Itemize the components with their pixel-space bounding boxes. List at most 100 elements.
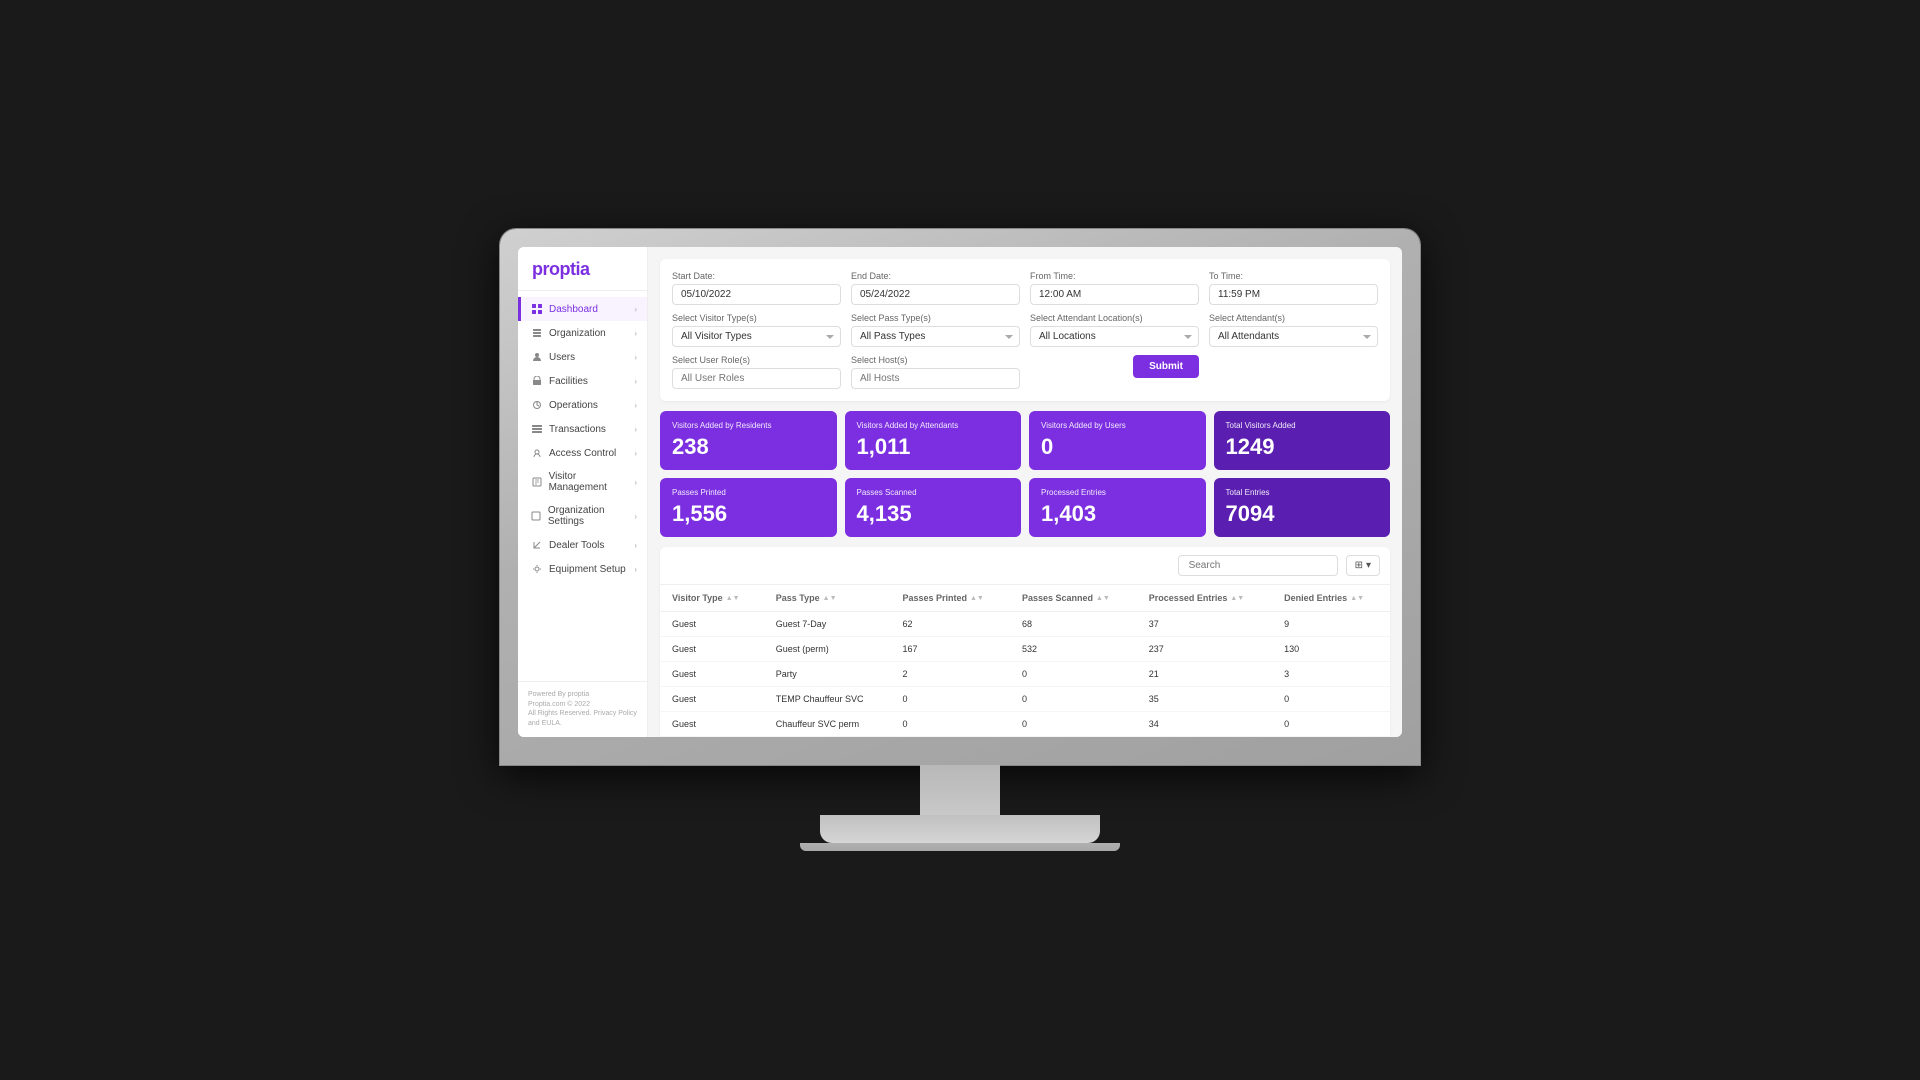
chevron-icon-dealer-tools: › (634, 541, 637, 550)
footer-url: Proptia.com © 2022 (528, 700, 637, 710)
view-toggle-button[interactable]: ⊞ ▾ (1346, 555, 1380, 576)
user-roles-input[interactable] (672, 368, 841, 389)
col-denied-entries: Denied Entries ▲▼ (1272, 585, 1390, 612)
attendants-label: Select Attendant(s) (1209, 313, 1378, 323)
sidebar-item-visitor-management[interactable]: Visitor Management › (518, 465, 647, 499)
search-input[interactable] (1178, 555, 1338, 576)
nav-label-transactions: Transactions (549, 424, 606, 435)
table-cell: 0 (1272, 687, 1390, 712)
table-cell: Vendor (660, 737, 764, 738)
dealer-tools-icon (531, 539, 543, 551)
table-cell: 9 (1272, 612, 1390, 637)
chevron-icon-facilities: › (634, 377, 637, 386)
sidebar-item-facilities[interactable]: Facilities › (518, 369, 647, 393)
start-date-input[interactable] (672, 284, 841, 305)
monitor-base (820, 815, 1100, 843)
user-roles-label: Select User Role(s) (672, 355, 841, 365)
from-time-input[interactable] (1030, 284, 1199, 305)
filter-group-end-date: End Date: (851, 271, 1020, 305)
stat-value-visitors-attendants: 1,011 (857, 434, 1010, 460)
equipment-setup-icon (531, 563, 543, 575)
start-date-label: Start Date: (672, 271, 841, 281)
col-processed-entries: Processed Entries ▲▼ (1137, 585, 1272, 612)
filter-row-roles: Select User Role(s) Select Host(s) Submi… (672, 355, 1378, 389)
monitor-wrapper: proptia Dashboard › (500, 229, 1420, 851)
nav-label-organization: Organization (549, 328, 606, 339)
visitor-type-label: Select Visitor Type(s) (672, 313, 841, 323)
table-cell: 454 (1010, 737, 1137, 738)
sidebar-item-dashboard[interactable]: Dashboard › (518, 297, 647, 321)
nav-label-users: Users (549, 352, 575, 363)
table-cell: Chauffeur SVC perm (764, 712, 891, 737)
table-cell: 0 (890, 712, 1010, 737)
table-cell: 0 (1010, 687, 1137, 712)
nav-label-operations: Operations (549, 400, 598, 411)
sidebar-item-users[interactable]: Users › (518, 345, 647, 369)
end-date-input[interactable] (851, 284, 1020, 305)
stat-value-passes-scanned: 4,135 (857, 501, 1010, 527)
sidebar-item-operations[interactable]: Operations › (518, 393, 647, 417)
col-passes-printed: Passes Printed ▲▼ (890, 585, 1010, 612)
dashboard-icon (531, 303, 543, 315)
pass-type-select[interactable]: All Pass Types (851, 326, 1020, 347)
stats-grid-row2: Passes Printed 1,556 Passes Scanned 4,13… (660, 478, 1390, 537)
submit-button[interactable]: Submit (1133, 355, 1199, 378)
table-cell: 35 (1137, 687, 1272, 712)
monitor-bezel: proptia Dashboard › (500, 229, 1420, 765)
table-cell: Guest 7-Day (764, 612, 891, 637)
sidebar-item-transactions[interactable]: Transactions › (518, 417, 647, 441)
chevron-icon-visitor-management: › (634, 478, 637, 487)
from-time-label: From Time: (1030, 271, 1199, 281)
sidebar-item-equipment-setup[interactable]: Equipment Setup › (518, 557, 647, 581)
col-passes-scanned: Passes Scanned ▲▼ (1010, 585, 1137, 612)
attendant-location-select[interactable]: All Locations (1030, 326, 1199, 347)
stat-value-visitors-residents: 238 (672, 434, 825, 460)
table-row: GuestGuest 7-Day6268379 (660, 612, 1390, 637)
filter-group-visitor-type: Select Visitor Type(s) All Visitor Types (672, 313, 841, 347)
hosts-label: Select Host(s) (851, 355, 1020, 365)
submit-group: Submit (1030, 355, 1199, 389)
chevron-icon-operations: › (634, 401, 637, 410)
monitor-base-bottom (800, 843, 1120, 851)
filter-group-from-time: From Time: (1030, 271, 1199, 305)
logo-text: proptia (532, 259, 590, 279)
operations-icon (531, 399, 543, 411)
attendants-select[interactable]: All Attendants (1209, 326, 1378, 347)
table-cell: 167 (890, 637, 1010, 662)
stat-card-passes-scanned: Passes Scanned 4,135 (845, 478, 1022, 537)
sidebar-item-org-settings[interactable]: Organization Settings › (518, 499, 647, 533)
sidebar-item-organization[interactable]: Organization › (518, 321, 647, 345)
table-cell: 106 (890, 737, 1010, 738)
table-row: GuestChauffeur SVC perm00340 (660, 712, 1390, 737)
table-toolbar: ⊞ ▾ (660, 547, 1390, 585)
table-cell: Guest (perm) (764, 637, 891, 662)
sort-icon-passes-printed: ▲▼ (970, 595, 984, 602)
dropdown-icon: ▾ (1366, 560, 1371, 571)
sidebar-item-access-control[interactable]: Access Control › (518, 441, 647, 465)
table-cell: 34 (1137, 712, 1272, 737)
table-cell: 0 (890, 687, 1010, 712)
to-time-input[interactable] (1209, 284, 1378, 305)
col-visitor-type: Visitor Type ▲▼ (660, 585, 764, 612)
sidebar-nav: Dashboard › Organization › (518, 291, 647, 681)
col-pass-type: Pass Type ▲▼ (764, 585, 891, 612)
table-cell: 130 (1272, 637, 1390, 662)
main-content: Start Date: End Date: From Time: (648, 247, 1402, 737)
table-cell: PERM Construction (764, 737, 891, 738)
stat-card-passes-printed: Passes Printed 1,556 (660, 478, 837, 537)
table-cell: 21 (1137, 662, 1272, 687)
table-cell: 68 (1010, 612, 1137, 637)
sort-icon-visitor-type: ▲▼ (726, 595, 740, 602)
grid-icon: ⊞ (1355, 560, 1363, 571)
table-cell: Guest (660, 662, 764, 687)
stat-title-visitors-users: Visitors Added by Users (1041, 421, 1194, 430)
facilities-icon (531, 375, 543, 387)
visitor-type-select[interactable]: All Visitor Types (672, 326, 841, 347)
hosts-input[interactable] (851, 368, 1020, 389)
nav-label-visitor-management: Visitor Management (549, 471, 635, 493)
chevron-icon-org-settings: › (634, 512, 637, 521)
sidebar-item-dealer-tools[interactable]: Dealer Tools › (518, 533, 647, 557)
stat-title-processed-entries: Processed Entries (1041, 488, 1194, 497)
table-cell: 532 (1010, 637, 1137, 662)
table-cell: 62 (890, 612, 1010, 637)
